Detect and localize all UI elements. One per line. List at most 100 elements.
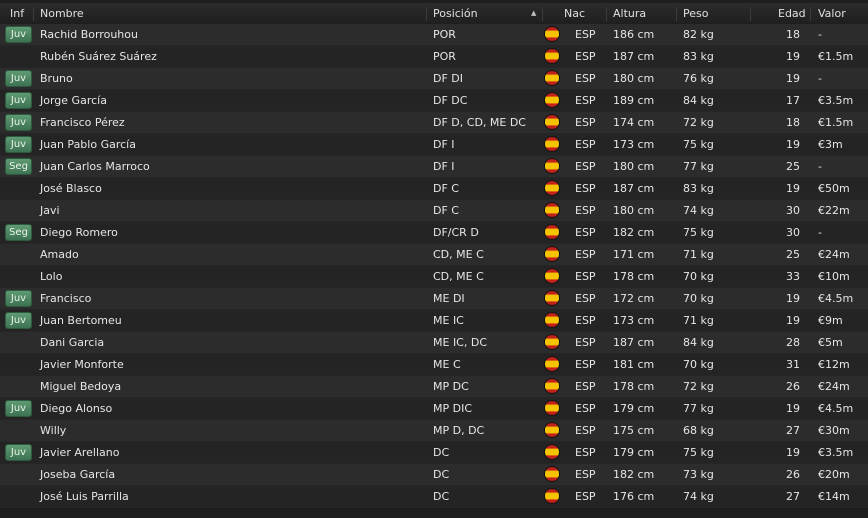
table-row[interactable]: José Blasco DF C ESP 187 cm 83 kg 19 €50m	[0, 178, 868, 200]
column-header-valor[interactable]: Valor	[818, 7, 846, 20]
spain-flag-icon[interactable]	[545, 137, 559, 151]
status-badge[interactable]: Juv	[5, 70, 32, 87]
player-name[interactable]: Bruno	[40, 72, 73, 85]
table-row[interactable]: Amado CD, ME C ESP 171 cm 71 kg 25 €24m	[0, 244, 868, 266]
player-name[interactable]: Juan Carlos Marroco	[40, 160, 150, 173]
table-row[interactable]: Willy MP D, DC ESP 175 cm 68 kg 27 €30m	[0, 420, 868, 442]
column-header-nombre[interactable]: Nombre	[40, 7, 84, 20]
player-name[interactable]: Javi	[40, 204, 60, 217]
status-badge[interactable]: Juv	[5, 444, 32, 461]
spain-flag-icon[interactable]	[545, 93, 559, 107]
spain-flag-icon[interactable]	[545, 225, 559, 239]
table-row[interactable]: Javi DF C ESP 180 cm 74 kg 30 €22m	[0, 200, 868, 222]
table-row[interactable]: Juv Juan Pablo García DF I ESP 173 cm 75 kg 19…	[0, 134, 868, 156]
player-height: 174 cm	[613, 116, 655, 129]
player-name[interactable]: Juan Pablo García	[40, 138, 136, 151]
spain-flag-icon[interactable]	[545, 269, 559, 283]
status-badge[interactable]: Juv	[5, 92, 32, 109]
spain-flag-icon[interactable]	[545, 71, 559, 85]
table-row[interactable]: Seg Juan Carlos Marroco DF I ESP 180 cm 77 kg…	[0, 156, 868, 178]
table-row[interactable]: Juv Javier Arellano DC ESP 179 cm 75 kg 19 €3.5…	[0, 442, 868, 464]
player-age: 31	[786, 358, 800, 371]
spain-flag-icon[interactable]	[545, 115, 559, 129]
player-name[interactable]: José Luis Parrilla	[40, 490, 129, 503]
spain-flag-icon[interactable]	[545, 489, 559, 503]
column-divider[interactable]	[810, 7, 811, 21]
column-header-edad[interactable]: Edad	[778, 7, 806, 20]
player-name[interactable]: Rachid Borrouhou	[40, 28, 138, 41]
player-name[interactable]: Miguel Bedoya	[40, 380, 121, 393]
table-row[interactable]: Javier Monforte ME C ESP 181 cm 70 kg 31 €12m	[0, 354, 868, 376]
player-name[interactable]: Amado	[40, 248, 79, 261]
table-row[interactable]: Lolo CD, ME C ESP 178 cm 70 kg 33 €10m	[0, 266, 868, 288]
spain-flag-icon[interactable]	[545, 203, 559, 217]
column-divider[interactable]	[606, 7, 607, 21]
spain-flag-icon[interactable]	[545, 379, 559, 393]
status-badge[interactable]: Juv	[5, 26, 32, 43]
table-row[interactable]: Juv Francisco ME DI ESP 172 cm 70 kg 19 €4.5m	[0, 288, 868, 310]
table-row[interactable]: Miguel Bedoya MP DC ESP 178 cm 72 kg 26 €24m	[0, 376, 868, 398]
player-name[interactable]: Francisco Pérez	[40, 116, 125, 129]
column-header-inf[interactable]: Inf	[10, 7, 24, 20]
spain-flag-icon[interactable]	[545, 291, 559, 305]
column-header-altura[interactable]: Altura	[613, 7, 646, 20]
spain-flag-icon[interactable]	[545, 423, 559, 437]
squad-table: Inf Nombre Posición ▲ Nac Altura Peso Ed…	[0, 0, 868, 518]
status-badge[interactable]: Seg	[5, 224, 32, 241]
column-divider[interactable]	[542, 7, 543, 21]
column-divider[interactable]	[426, 7, 427, 21]
spain-flag-icon[interactable]	[545, 49, 559, 63]
spain-flag-icon[interactable]	[545, 445, 559, 459]
column-divider[interactable]	[33, 7, 34, 21]
status-badge[interactable]: Juv	[5, 400, 32, 417]
player-position: ME DI	[433, 292, 465, 305]
player-position: DF D, CD, ME DC	[433, 116, 526, 129]
player-name[interactable]: Rubén Suárez Suárez	[40, 50, 157, 63]
spain-flag-icon[interactable]	[545, 313, 559, 327]
player-position: ME C	[433, 358, 461, 371]
spain-flag-icon[interactable]	[545, 357, 559, 371]
spain-flag-icon[interactable]	[545, 335, 559, 349]
column-divider[interactable]	[750, 7, 751, 21]
table-row[interactable]: Seg Diego Romero DF/CR D ESP 182 cm 75 kg 30 -	[0, 222, 868, 244]
table-row[interactable]: José Luis Parrilla DC ESP 176 cm 74 kg 27 €14m	[0, 486, 868, 508]
player-weight: 68 kg	[683, 424, 714, 437]
table-row[interactable]: Juv Juan Bertomeu ME IC ESP 173 cm 71 kg 19 €9m	[0, 310, 868, 332]
spain-flag-icon[interactable]	[545, 159, 559, 173]
player-name[interactable]: Dani Garcia	[40, 336, 104, 349]
player-name[interactable]: Jorge García	[40, 94, 107, 107]
spain-flag-icon[interactable]	[545, 401, 559, 415]
status-badge[interactable]: Juv	[5, 114, 32, 131]
player-name[interactable]: José Blasco	[40, 182, 102, 195]
player-name[interactable]: Diego Alonso	[40, 402, 112, 415]
spain-flag-icon[interactable]	[545, 247, 559, 261]
player-name[interactable]: Willy	[40, 424, 66, 437]
table-row[interactable]: Juv Jorge García DF DC ESP 189 cm 84 kg 17 €3.5…	[0, 90, 868, 112]
table-row[interactable]: Rubén Suárez Suárez POR ESP 187 cm 83 kg 19 €1…	[0, 46, 868, 68]
player-name[interactable]: Diego Romero	[40, 226, 118, 239]
table-row[interactable]: Dani Garcia ME IC, DC ESP 187 cm 84 kg 28 €5m	[0, 332, 868, 354]
table-row[interactable]: Juv Bruno DF DI ESP 180 cm 76 kg 19 -	[0, 68, 868, 90]
column-header-peso[interactable]: Peso	[683, 7, 708, 20]
table-row[interactable]: Joseba García DC ESP 182 cm 73 kg 26 €20m	[0, 464, 868, 486]
player-name[interactable]: Juan Bertomeu	[40, 314, 122, 327]
spain-flag-icon[interactable]	[545, 181, 559, 195]
player-name[interactable]: Javier Arellano	[40, 446, 119, 459]
status-badge[interactable]: Juv	[5, 136, 32, 153]
player-name[interactable]: Lolo	[40, 270, 62, 283]
sort-ascending-icon[interactable]: ▲	[531, 9, 536, 17]
player-name[interactable]: Javier Monforte	[40, 358, 124, 371]
spain-flag-icon[interactable]	[545, 467, 559, 481]
column-header-posicion[interactable]: Posición	[433, 7, 478, 20]
table-row[interactable]: Juv Rachid Borrouhou POR ESP 186 cm 82 kg 18 -	[0, 24, 868, 46]
table-row[interactable]: Juv Diego Alonso MP DIC ESP 179 cm 77 kg 19 €4.…	[0, 398, 868, 420]
player-name[interactable]: Francisco	[40, 292, 91, 305]
column-header-nac[interactable]: Nac	[564, 7, 585, 20]
table-row[interactable]: Juv Francisco Pérez DF D, CD, ME DC ESP 174 …	[0, 112, 868, 134]
status-badge[interactable]: Juv	[5, 312, 32, 329]
column-divider[interactable]	[676, 7, 677, 21]
status-badge[interactable]: Seg	[5, 158, 32, 175]
player-name[interactable]: Joseba García	[40, 468, 115, 481]
spain-flag-icon[interactable]	[545, 27, 559, 41]
status-badge[interactable]: Juv	[5, 290, 32, 307]
